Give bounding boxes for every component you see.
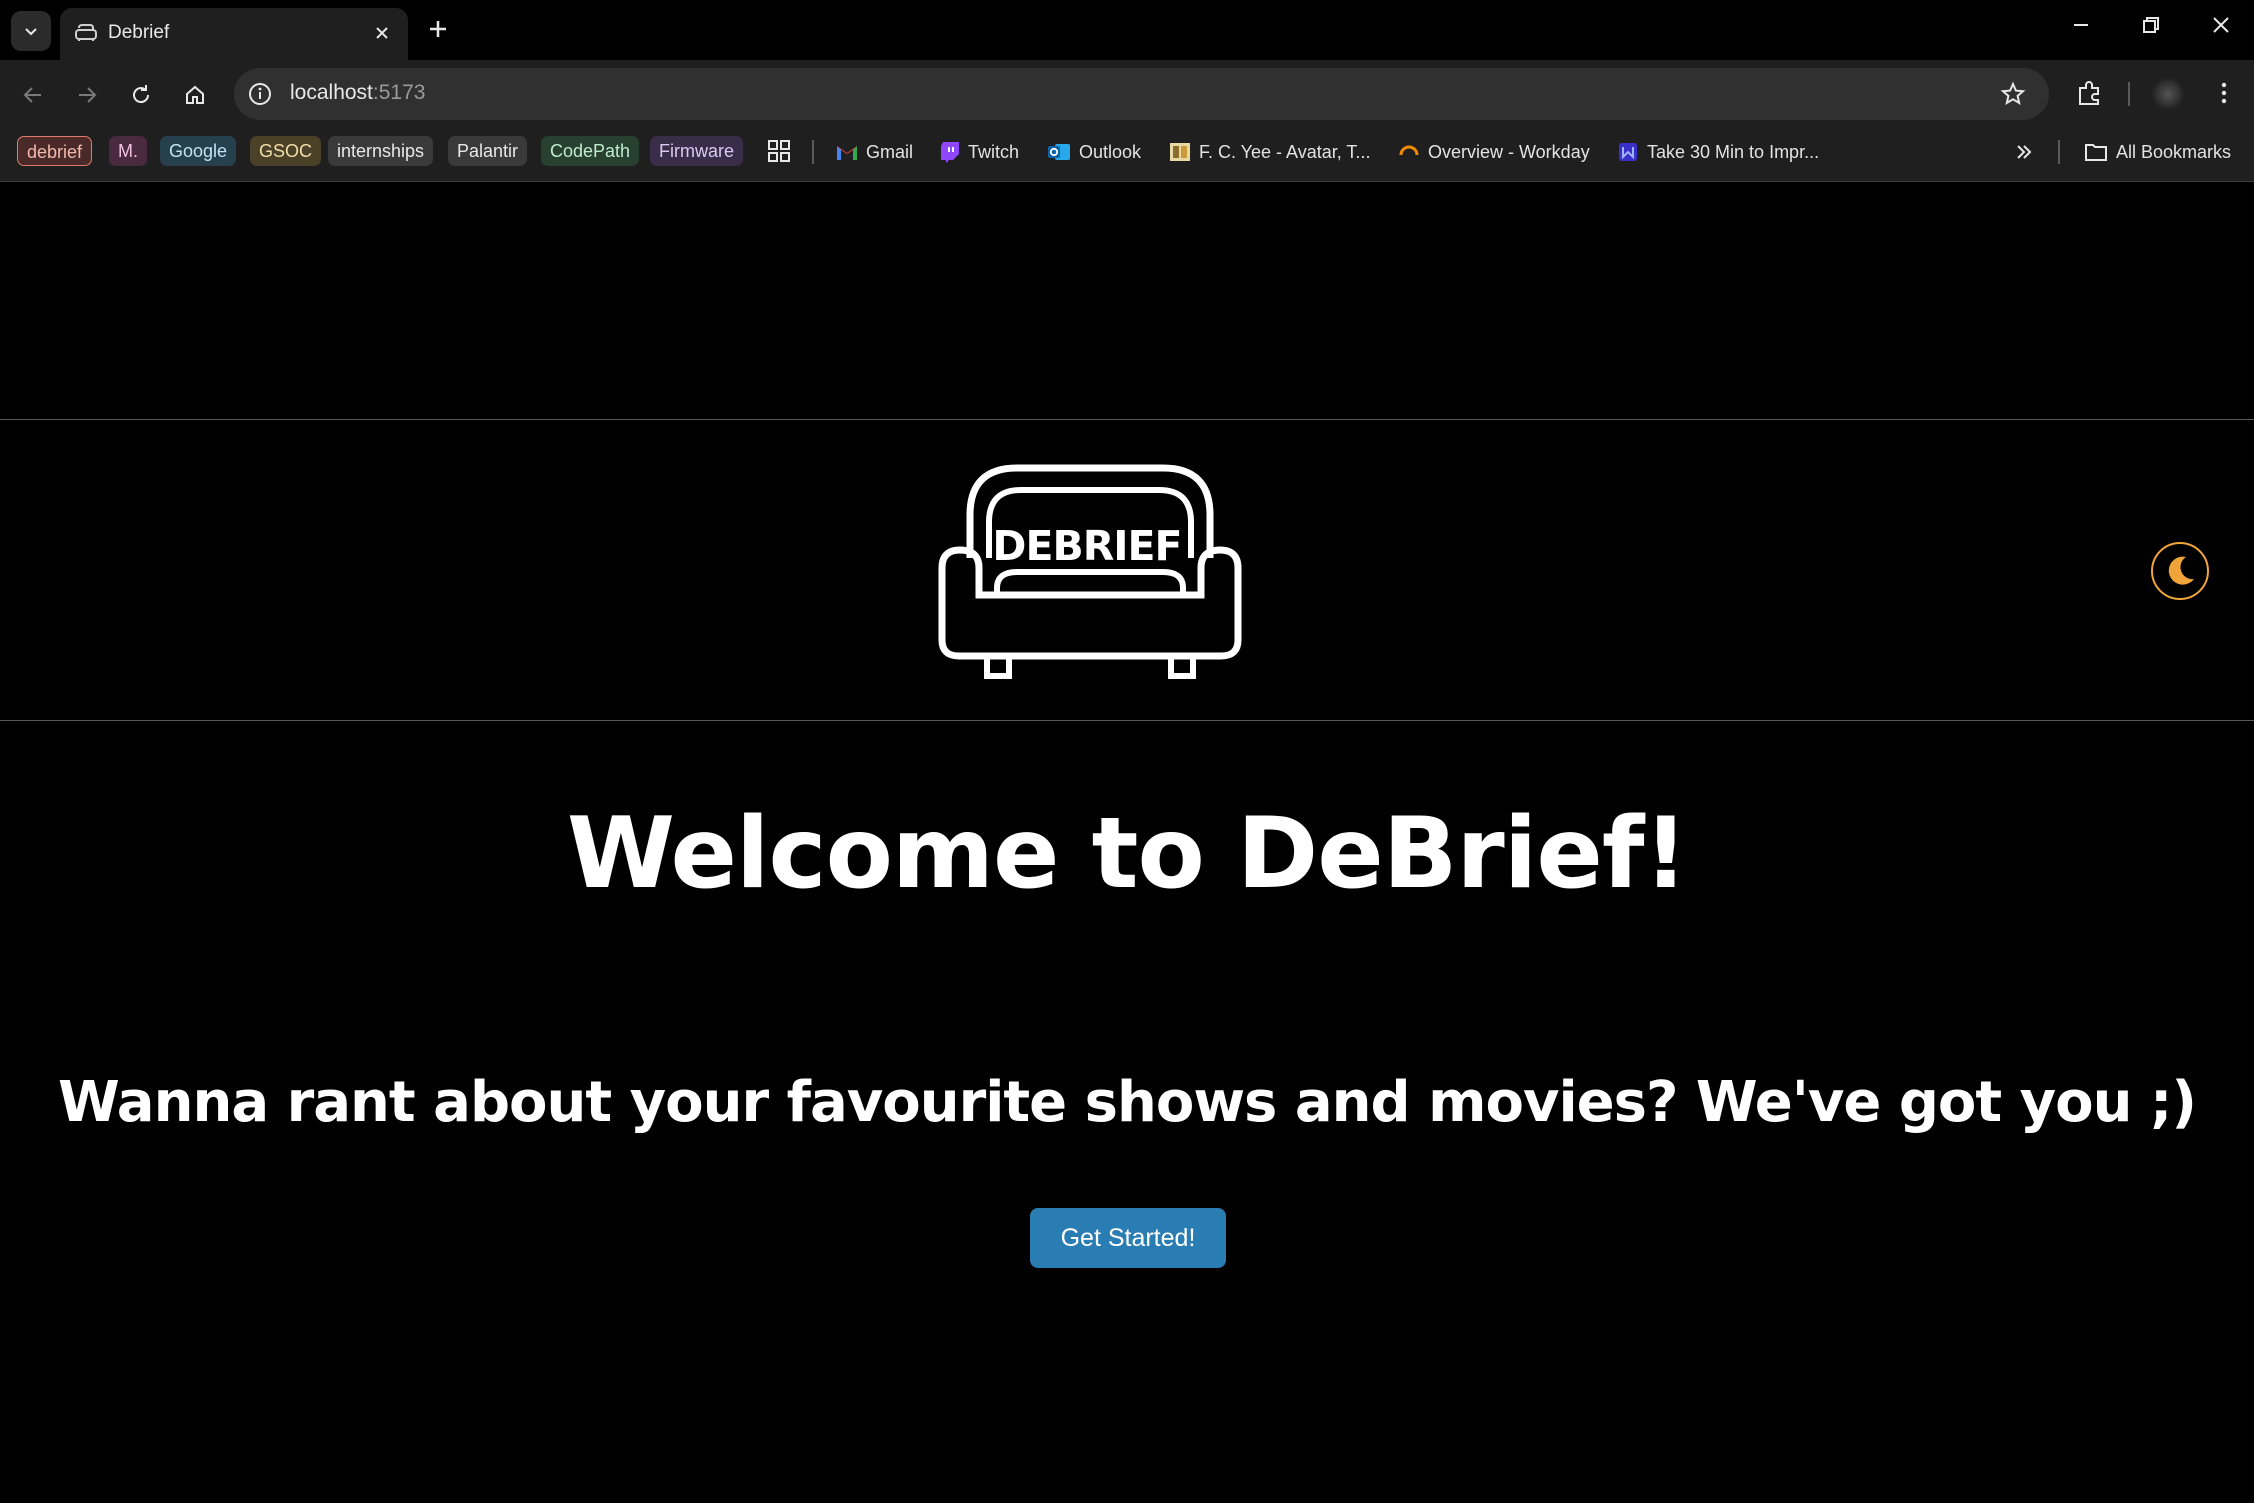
bookmark-star-icon[interactable] [1999,80,2027,108]
browser-chrome: Debrief localhost:5173 debrief M. Google… [0,0,2254,182]
bookmark-outlook[interactable]: Outlook [1047,138,1141,166]
url-text: localhost:5173 [290,81,425,105]
bookmark-label: Twitch [968,141,1020,162]
moon-icon [2168,556,2194,585]
forward-button[interactable] [70,78,104,112]
browser-toolbar: localhost:5173 [0,60,2254,130]
bookmark-gmail[interactable]: Gmail [836,138,913,166]
bookmark-folder-palantir[interactable]: Palantir [448,136,528,166]
tab-search-button[interactable] [11,11,51,51]
reload-button[interactable] [124,78,158,112]
tab-title: Debrief [108,22,170,43]
header-top-border [0,419,2254,420]
chevron-down-icon [25,28,37,36]
workday-icon [1399,145,1419,156]
extensions-icon[interactable] [2074,78,2104,108]
bookmark-workday[interactable]: Overview - Workday [1398,138,1590,166]
book-icon [1170,143,1190,161]
url-port: :5173 [372,81,426,104]
arrow-left-icon [23,87,41,103]
back-button[interactable] [16,78,50,112]
bookmark-folder-gsoc[interactable]: GSOC [250,136,322,166]
address-bar[interactable]: localhost:5173 [234,68,2049,120]
twitch-icon [941,142,959,163]
chrome-divider [0,181,2254,182]
menu-kebab-icon[interactable] [2212,78,2236,108]
chevron-double-right-icon[interactable] [2012,140,2036,164]
gmail-icon [837,146,857,160]
bookmark-label: Gmail [866,141,914,162]
restore-icon[interactable] [2140,14,2162,36]
url-host: localhost [290,81,373,104]
bookmark-folder-m[interactable]: M. [109,136,147,166]
bookmark-label: Take 30 Min to Impr... [1647,141,1820,162]
all-bookmarks-button[interactable]: All Bookmarks [2084,138,2231,166]
all-bookmarks-label: All Bookmarks [2116,141,2232,162]
new-tab-icon[interactable] [424,15,452,43]
outlook-icon [1048,144,1070,160]
home-button[interactable] [178,78,212,112]
bookmark-label: Overview - Workday [1428,141,1590,162]
theme-toggle-button[interactable] [2151,542,2209,600]
bookmark-label: F. C. Yee - Avatar, T... [1199,141,1371,162]
home-icon [186,85,204,104]
bookmark-take30[interactable]: Take 30 Min to Impr... [1617,138,1819,166]
page-subtitle: Wanna rant about your favourite shows an… [58,1070,2197,1135]
site-info-icon[interactable] [246,80,274,108]
bookmark-folder-firmware[interactable]: Firmware [650,136,743,166]
header-bottom-border [0,720,2254,721]
bookmark-folder-internships[interactable]: internships [328,136,434,166]
close-icon[interactable] [370,21,394,45]
bookmark-label: Outlook [1079,141,1142,162]
bookmark-separator [812,140,814,164]
site-icon [1619,143,1637,161]
folder-icon [2085,144,2107,161]
toolbar-divider [2128,82,2130,106]
profile-avatar[interactable] [2152,78,2184,110]
reload-icon [133,85,150,104]
bookmark-separator [2058,140,2060,164]
logo-wordmark: DEBRIEF [992,522,1182,570]
bookmark-folder-debrief[interactable]: debrief [17,136,93,166]
get-started-button[interactable]: Get Started! [1030,1208,1226,1268]
bookmark-twitch[interactable]: Twitch [940,138,1019,166]
bookmark-folder-google[interactable]: Google [160,136,237,166]
tab-strip: Debrief [0,0,2254,60]
arrow-right-icon [79,87,97,103]
bookmark-fcyee[interactable]: F. C. Yee - Avatar, T... [1169,138,1370,166]
bookmark-folder-codepath[interactable]: CodePath [541,136,640,166]
bookmarks-bar: debrief M. Google GSOC internships Palan… [0,130,2254,182]
window-close-icon[interactable] [2210,14,2232,36]
debrief-logo[interactable]: DEBRIEF [937,460,1243,680]
sofa-icon [75,24,97,41]
apps-grid-icon[interactable] [766,138,792,164]
page-title: Welcome to DeBrief! [566,797,1688,911]
minimize-icon[interactable] [2070,14,2092,36]
couch-logo-icon [938,464,1242,679]
browser-tab[interactable]: Debrief [60,8,408,60]
